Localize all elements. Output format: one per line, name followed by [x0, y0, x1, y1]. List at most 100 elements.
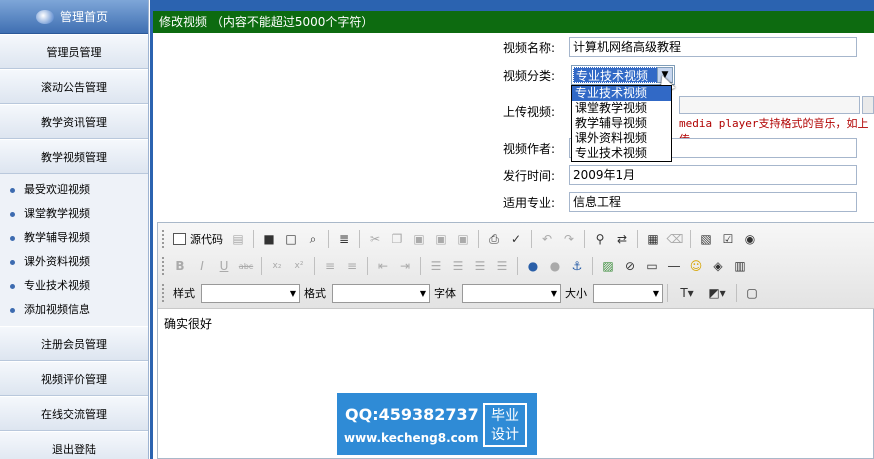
save-icon[interactable]: ■ [258, 229, 280, 249]
special-char-icon[interactable]: ◈ [707, 256, 729, 276]
toolbar-separator [592, 257, 593, 275]
dropdown-option[interactable]: 专业技术视频 [572, 86, 671, 101]
replace-icon[interactable]: ⇄ [611, 229, 633, 249]
major-input[interactable]: 信息工程 [569, 192, 857, 212]
toolbar-separator [261, 257, 262, 275]
superscript-icon[interactable]: x² [288, 256, 310, 276]
sidebar-item-logout[interactable]: 退出登陆 [0, 431, 148, 459]
text-color-icon[interactable]: T▾ [672, 283, 702, 303]
unlink-icon[interactable]: ● [544, 256, 566, 276]
dropdown-option[interactable]: 课外资料视频 [572, 131, 671, 146]
image-icon[interactable]: ▨ [597, 256, 619, 276]
bullet-icon [10, 187, 15, 193]
paste-word-icon[interactable]: ▣ [452, 229, 474, 249]
sidebar-item-news[interactable]: 教学资讯管理 [0, 104, 148, 139]
remove-format-icon[interactable]: ⌫ [664, 229, 686, 249]
submenu-item-extra[interactable]: 课外资料视频 [0, 250, 148, 274]
toolbar-separator [690, 230, 691, 248]
bullet-list-icon[interactable]: ≡ [341, 256, 363, 276]
strike-icon[interactable]: abc [235, 256, 257, 276]
format-select[interactable]: ▼ [332, 283, 430, 303]
align-justify-icon[interactable]: ☰ [491, 256, 513, 276]
dropdown-option[interactable]: 教学辅导视频 [572, 116, 671, 131]
italic-icon[interactable]: I [191, 256, 213, 276]
editor-content[interactable]: 确实很好 [164, 315, 212, 332]
sidebar-item-members[interactable]: 注册会员管理 [0, 326, 148, 361]
submenu-label: 最受欢迎视频 [24, 183, 90, 196]
submenu-item-popular[interactable]: 最受欢迎视频 [0, 178, 148, 202]
sidebar-item-notice[interactable]: 滚动公告管理 [0, 69, 148, 104]
print-icon[interactable]: ⎙ [483, 229, 505, 249]
toolbar-separator [584, 230, 585, 248]
chevron-down-icon: ▼ [652, 288, 660, 298]
dropdown-option[interactable]: 课堂教学视频 [572, 101, 671, 116]
redo-icon[interactable]: ↷ [558, 229, 580, 249]
outdent-icon[interactable]: ⇤ [372, 256, 394, 276]
copy-icon[interactable]: ❐ [386, 229, 408, 249]
ordered-list-icon[interactable]: ≡ [319, 256, 341, 276]
new-page-icon[interactable]: □ [280, 229, 302, 249]
anchor-icon[interactable]: ⚓ [566, 256, 588, 276]
video-category-label: 视频分类: [503, 68, 556, 83]
row-author: 视频作者: [503, 138, 857, 158]
background-color-icon[interactable]: ◩▾ [702, 283, 732, 303]
print-preview-icon[interactable]: ⌕ [302, 229, 324, 249]
paste-icon[interactable]: ▣ [408, 229, 430, 249]
sidebar-item-video[interactable]: 教学视频管理 [0, 139, 148, 174]
radio-icon[interactable]: ◉ [739, 229, 761, 249]
sidebar-home[interactable]: 管理首页 [0, 0, 148, 34]
smiley-icon[interactable]: ☺ [685, 256, 707, 276]
page-break-icon[interactable]: ▥ [729, 256, 751, 276]
undo-icon[interactable]: ↶ [536, 229, 558, 249]
form-icon[interactable]: ▧ [695, 229, 717, 249]
templates-icon[interactable]: ≣ [333, 229, 355, 249]
dropdown-option[interactable]: 专业技术视频 [572, 146, 671, 161]
toolbar-separator [359, 230, 360, 248]
submenu-label: 专业技术视频 [24, 279, 90, 292]
upload-file-input[interactable] [679, 96, 860, 114]
find-icon[interactable]: ⚲ [589, 229, 611, 249]
watermark-badge: 毕业 设计 [483, 403, 527, 447]
sidebar-item-admin[interactable]: 管理员管理 [0, 34, 148, 69]
subscript-icon[interactable]: x₂ [266, 256, 288, 276]
maximize-icon[interactable]: ▢ [741, 283, 763, 303]
toolbar-grip [162, 284, 165, 302]
submenu-item-class[interactable]: 课堂教学视频 [0, 202, 148, 226]
preview-icon[interactable]: ▤ [227, 229, 249, 249]
spellcheck-icon[interactable]: ✓ [505, 229, 527, 249]
toolbar-separator [420, 257, 421, 275]
underline-icon[interactable]: U [213, 256, 235, 276]
toolbar-row-2: B I U abc x₂ x² ≡ ≡ ⇤ ⇥ ☰ ☰ ☰ ☰ ● ● ⚓ ▨ … [162, 253, 751, 279]
link-icon[interactable]: ● [522, 256, 544, 276]
select-all-icon[interactable]: ▦ [642, 229, 664, 249]
align-center-icon[interactable]: ☰ [447, 256, 469, 276]
horizontal-rule-icon[interactable]: ― [663, 256, 685, 276]
indent-icon[interactable]: ⇥ [394, 256, 416, 276]
submenu-item-add[interactable]: 添加视频信息 [0, 298, 148, 322]
font-select[interactable]: ▼ [462, 283, 561, 303]
submenu-item-tech[interactable]: 专业技术视频 [0, 274, 148, 298]
paste-text-icon[interactable]: ▣ [430, 229, 452, 249]
source-icon [173, 233, 186, 245]
badge-line: 毕业 [491, 408, 519, 424]
sidebar-item-reviews[interactable]: 视频评价管理 [0, 361, 148, 396]
toolbar-separator [736, 284, 737, 302]
sidebar-item-chat[interactable]: 在线交流管理 [0, 396, 148, 431]
flash-icon[interactable]: ⊘ [619, 256, 641, 276]
align-right-icon[interactable]: ☰ [469, 256, 491, 276]
checkbox-icon[interactable]: ☑ [717, 229, 739, 249]
cut-icon[interactable]: ✂ [364, 229, 386, 249]
submenu-item-tutor[interactable]: 教学辅导视频 [0, 226, 148, 250]
size-select[interactable]: ▼ [593, 283, 663, 303]
table-icon[interactable]: ▭ [641, 256, 663, 276]
source-button[interactable]: 源代码 [169, 229, 227, 249]
video-name-input[interactable]: 计算机网络高级教程 [569, 37, 857, 57]
author-label: 视频作者: [503, 141, 556, 156]
date-input[interactable]: 2009年1月 [569, 165, 857, 185]
align-left-icon[interactable]: ☰ [425, 256, 447, 276]
bold-icon[interactable]: B [169, 256, 191, 276]
style-select[interactable]: ▼ [201, 283, 300, 303]
major-label: 适用专业: [503, 195, 556, 210]
toolbar-separator [517, 257, 518, 275]
upload-browse-button[interactable] [862, 96, 874, 114]
